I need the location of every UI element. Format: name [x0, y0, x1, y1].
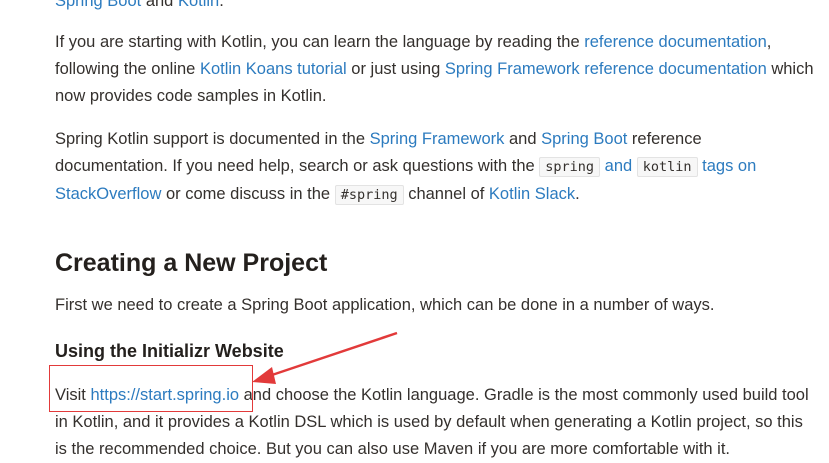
annotation-arrow-icon	[252, 331, 398, 384]
